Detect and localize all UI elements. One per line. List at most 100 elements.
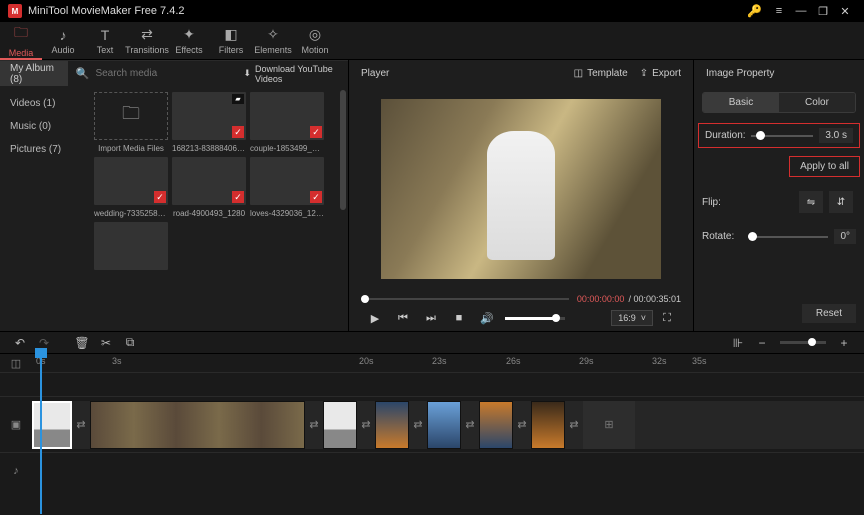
preview-viewport[interactable] bbox=[381, 99, 661, 279]
sidebar-item-music[interactable]: Music (0) bbox=[0, 115, 90, 138]
duration-value[interactable]: 3.0 s bbox=[819, 128, 853, 143]
play-button[interactable]: ▶ bbox=[365, 308, 385, 328]
prev-frame-button[interactable]: ⏮ bbox=[393, 308, 413, 328]
menu-icon[interactable]: ≡ bbox=[768, 0, 790, 22]
flip-vertical-button[interactable]: ⇵ bbox=[829, 191, 853, 213]
sidebar-item-videos[interactable]: Videos (1) bbox=[0, 92, 90, 115]
media-thumb[interactable]: ✓road-4900493_1280 bbox=[172, 157, 246, 218]
close-icon[interactable]: ✕ bbox=[834, 0, 856, 22]
flip-label: Flip: bbox=[702, 197, 742, 208]
note-icon: ♪ bbox=[60, 27, 67, 43]
duration-slider[interactable] bbox=[751, 135, 813, 137]
transition-slot[interactable]: ⇄ bbox=[357, 401, 375, 449]
tab-elements[interactable]: ✧Elements bbox=[252, 22, 294, 60]
flip-horizontal-button[interactable]: ⇋ bbox=[799, 191, 823, 213]
volume-icon[interactable]: 🔊 bbox=[477, 308, 497, 328]
transition-slot[interactable]: ⇄ bbox=[461, 401, 479, 449]
sidebar-item-pictures[interactable]: Pictures (7) bbox=[0, 138, 90, 161]
scrollbar[interactable] bbox=[340, 90, 346, 210]
media-thumb[interactable]: ✓wedding-7335258_... bbox=[94, 157, 168, 218]
property-tab-basic[interactable]: Basic bbox=[703, 93, 779, 112]
tab-transitions[interactable]: ⇄Transitions bbox=[126, 22, 168, 60]
minimize-icon[interactable]: — bbox=[790, 0, 812, 22]
transition-slot[interactable]: ⇄ bbox=[305, 401, 323, 449]
tab-effects[interactable]: ✦Effects bbox=[168, 22, 210, 60]
media-grid: 🗀Import Media Files ▰✓168213-838884062..… bbox=[90, 86, 348, 280]
maximize-icon[interactable]: ❐ bbox=[812, 0, 834, 22]
time-current: 00:00:00:00 bbox=[577, 294, 625, 304]
search-input-wrap[interactable]: 🔍 bbox=[68, 61, 236, 86]
progress-bar[interactable] bbox=[361, 298, 569, 300]
delete-button[interactable]: 🗑 bbox=[70, 332, 94, 354]
timeline-clip[interactable] bbox=[479, 401, 513, 449]
album-dropdown[interactable]: My Album (8) bbox=[0, 61, 68, 86]
check-icon: ✓ bbox=[310, 126, 322, 138]
media-thumb[interactable]: ✓loves-4329036_1280 bbox=[250, 157, 324, 218]
player-header: Player ◫Template ⇪Export bbox=[349, 60, 693, 86]
video-track-icon[interactable]: ▣ bbox=[0, 418, 32, 431]
add-clip-button[interactable]: ⊞ bbox=[583, 401, 635, 449]
volume-slider[interactable] bbox=[505, 317, 565, 320]
media-thumb[interactable]: ✓couple-1853499_12... bbox=[250, 92, 324, 153]
speed-icon[interactable]: ⊪ bbox=[726, 332, 750, 354]
next-frame-button[interactable]: ⏭ bbox=[421, 308, 441, 328]
apply-to-all-button[interactable]: Apply to all bbox=[789, 156, 860, 177]
timeline-clip[interactable] bbox=[323, 401, 357, 449]
template-icon: ◫ bbox=[574, 68, 583, 79]
media-thumb[interactable]: ▰✓168213-838884062... bbox=[172, 92, 246, 153]
transition-slot[interactable]: ⇄ bbox=[565, 401, 583, 449]
check-icon: ✓ bbox=[310, 191, 322, 203]
transition-slot[interactable]: ⇄ bbox=[513, 401, 531, 449]
timeline-clip[interactable] bbox=[90, 401, 305, 449]
download-youtube-link[interactable]: ⬇ Download YouTube Videos bbox=[235, 61, 348, 86]
playhead[interactable] bbox=[40, 354, 42, 514]
export-button[interactable]: ⇪Export bbox=[640, 68, 681, 79]
license-key-icon[interactable]: 🔑 bbox=[747, 4, 762, 18]
titlebar: M MiniTool MovieMaker Free 7.4.2 🔑 ≡ — ❐… bbox=[0, 0, 864, 22]
search-input[interactable] bbox=[95, 68, 227, 79]
timeline-clip[interactable] bbox=[375, 401, 409, 449]
transition-slot[interactable]: ⇄ bbox=[409, 401, 427, 449]
split-button[interactable]: ✂ bbox=[94, 332, 118, 354]
player-panel: Player ◫Template ⇪Export 00:00:00:00 / 0… bbox=[348, 60, 694, 331]
video-track: ▣ ⇄ ⇄ ⇄ ⇄ ⇄ ⇄ ⇄ ⊞ bbox=[0, 396, 864, 452]
media-header: My Album (8) 🔍 ⬇ Download YouTube Videos bbox=[0, 60, 348, 86]
reset-button[interactable]: Reset bbox=[802, 304, 856, 323]
import-media-tile[interactable]: 🗀Import Media Files bbox=[94, 92, 168, 153]
media-sidebar: Videos (1) Music (0) Pictures (7) bbox=[0, 86, 90, 331]
tab-motion[interactable]: ◎Motion bbox=[294, 22, 336, 60]
filters-icon: ◧ bbox=[224, 26, 237, 43]
zoom-in-button[interactable]: + bbox=[832, 332, 856, 354]
media-thumb[interactable] bbox=[94, 222, 168, 274]
audio-track-icon[interactable]: ♪ bbox=[0, 465, 32, 477]
audio-track: ♪ bbox=[0, 452, 864, 488]
time-ruler[interactable]: 0s 3s 20s 23s 26s 29s 32s 35s bbox=[32, 354, 864, 372]
app-title: MiniTool MovieMaker Free 7.4.2 bbox=[28, 5, 747, 17]
rotate-value[interactable]: 0° bbox=[834, 229, 856, 244]
time-total: 00:00:35:01 bbox=[633, 294, 681, 304]
timeline-clip[interactable] bbox=[531, 401, 565, 449]
folder-icon: 🗀 bbox=[14, 22, 28, 46]
tab-media[interactable]: 🗀Media bbox=[0, 22, 42, 60]
motion-icon: ◎ bbox=[309, 26, 321, 43]
thumbnail-mode-icon[interactable]: ◫ bbox=[0, 354, 32, 372]
template-button[interactable]: ◫Template bbox=[574, 68, 628, 79]
edit-toolbar: ↶ ↷ 🗑 ✂ ⧉ ⊪ − + bbox=[0, 331, 864, 353]
zoom-out-button[interactable]: − bbox=[750, 332, 774, 354]
fullscreen-button[interactable]: ⛶ bbox=[657, 308, 677, 328]
transition-slot[interactable]: ⇄ bbox=[72, 401, 90, 449]
timeline-clip[interactable] bbox=[427, 401, 461, 449]
tab-filters[interactable]: ◧Filters bbox=[210, 22, 252, 60]
aspect-ratio-select[interactable]: 16:9 ˅ bbox=[611, 310, 653, 326]
image-property-panel: Image Property Basic Color Duration: 3.0… bbox=[694, 60, 864, 331]
stop-button[interactable]: ■ bbox=[449, 308, 469, 328]
tab-audio[interactable]: ♪Audio bbox=[42, 22, 84, 60]
zoom-slider[interactable] bbox=[780, 341, 826, 344]
rotate-slider[interactable] bbox=[748, 236, 828, 238]
tab-text[interactable]: TText bbox=[84, 22, 126, 60]
undo-button[interactable]: ↶ bbox=[8, 332, 32, 354]
folder-icon: 🗀 bbox=[94, 92, 168, 140]
property-tab-color[interactable]: Color bbox=[779, 93, 855, 112]
crop-button[interactable]: ⧉ bbox=[118, 332, 142, 354]
timeline-clip[interactable] bbox=[32, 401, 72, 449]
